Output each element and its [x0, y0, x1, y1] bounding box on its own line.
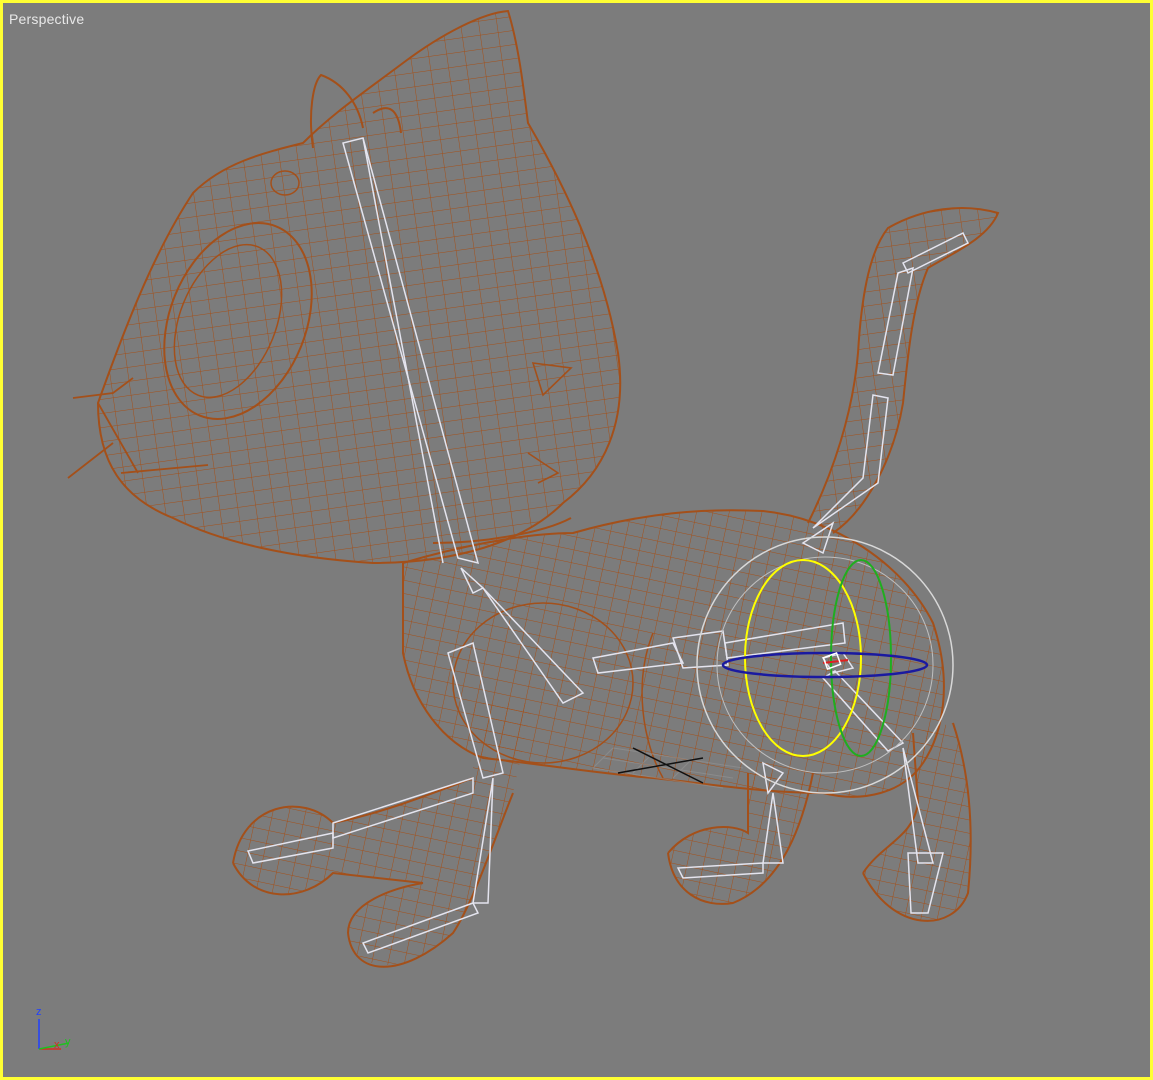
axis-z-label: z — [36, 1006, 42, 1018]
scene-canvas[interactable]: z x y — [3, 3, 1153, 1080]
axis-x-label: x — [54, 1039, 60, 1051]
perspective-viewport[interactable]: Perspective z x y — [0, 0, 1153, 1080]
cat-head-mesh[interactable] — [63, 3, 663, 573]
cat-body-mesh[interactable] — [383, 503, 963, 813]
axis-tripod: z x y — [36, 1006, 71, 1051]
axis-y-label: y — [65, 1036, 71, 1048]
cat-tail-mesh[interactable] — [793, 198, 1013, 548]
